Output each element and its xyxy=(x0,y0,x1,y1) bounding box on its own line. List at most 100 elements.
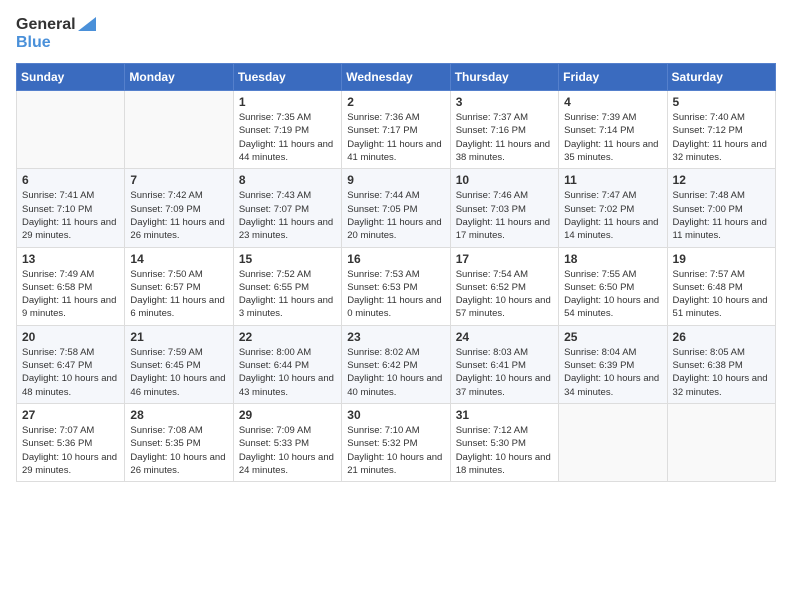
week-row-4: 20 Sunrise: 7:58 AM Sunset: 6:47 PM Dayli… xyxy=(17,325,776,403)
day-number: 14 xyxy=(130,252,227,266)
day-number: 24 xyxy=(456,330,553,344)
day-info: Sunrise: 8:02 AM Sunset: 6:42 PM Dayligh… xyxy=(347,346,444,399)
day-cell: 30 Sunrise: 7:10 AM Sunset: 5:32 PM Dayli… xyxy=(342,403,450,481)
day-info: Sunrise: 7:35 AM Sunset: 7:19 PM Dayligh… xyxy=(239,111,336,164)
day-info: Sunrise: 8:05 AM Sunset: 6:38 PM Dayligh… xyxy=(673,346,770,399)
day-info: Sunrise: 7:54 AM Sunset: 6:52 PM Dayligh… xyxy=(456,268,553,321)
day-info: Sunrise: 7:07 AM Sunset: 5:36 PM Dayligh… xyxy=(22,424,119,477)
day-number: 20 xyxy=(22,330,119,344)
day-info: Sunrise: 7:47 AM Sunset: 7:02 PM Dayligh… xyxy=(564,189,661,242)
day-number: 17 xyxy=(456,252,553,266)
day-cell: 10 Sunrise: 7:46 AM Sunset: 7:03 PM Dayli… xyxy=(450,169,558,247)
day-number: 11 xyxy=(564,173,661,187)
day-info: Sunrise: 8:03 AM Sunset: 6:41 PM Dayligh… xyxy=(456,346,553,399)
day-cell: 19 Sunrise: 7:57 AM Sunset: 6:48 PM Dayli… xyxy=(667,247,775,325)
weekday-header-sunday: Sunday xyxy=(17,64,125,91)
day-cell: 14 Sunrise: 7:50 AM Sunset: 6:57 PM Dayli… xyxy=(125,247,233,325)
day-cell: 27 Sunrise: 7:07 AM Sunset: 5:36 PM Dayli… xyxy=(17,403,125,481)
day-cell: 4Sunrise: 7:39 AM Sunset: 7:14 PM Daylig… xyxy=(559,91,667,169)
day-info: Sunrise: 7:49 AM Sunset: 6:58 PM Dayligh… xyxy=(22,268,119,321)
logo-text: General Blue xyxy=(16,16,96,51)
weekday-header-thursday: Thursday xyxy=(450,64,558,91)
day-cell: 31 Sunrise: 7:12 AM Sunset: 5:30 PM Dayli… xyxy=(450,403,558,481)
day-cell: 21Sunrise: 7:59 AM Sunset: 6:45 PM Dayli… xyxy=(125,325,233,403)
day-number: 26 xyxy=(673,330,770,344)
day-number: 27 xyxy=(22,408,119,422)
day-number: 25 xyxy=(564,330,661,344)
calendar-table: SundayMondayTuesdayWednesdayThursdayFrid… xyxy=(16,63,776,482)
weekday-header-wednesday: Wednesday xyxy=(342,64,450,91)
day-number: 1 xyxy=(239,95,336,109)
day-cell xyxy=(559,403,667,481)
day-number: 2 xyxy=(347,95,444,109)
day-cell: 7 Sunrise: 7:42 AM Sunset: 7:09 PM Daylig… xyxy=(125,169,233,247)
day-cell: 28Sunrise: 7:08 AM Sunset: 5:35 PM Dayli… xyxy=(125,403,233,481)
day-number: 23 xyxy=(347,330,444,344)
day-number: 5 xyxy=(673,95,770,109)
day-info: Sunrise: 7:42 AM Sunset: 7:09 PM Dayligh… xyxy=(130,189,227,242)
day-info: Sunrise: 7:36 AM Sunset: 7:17 PM Dayligh… xyxy=(347,111,444,164)
day-info: Sunrise: 7:43 AM Sunset: 7:07 PM Dayligh… xyxy=(239,189,336,242)
day-number: 28 xyxy=(130,408,227,422)
day-number: 31 xyxy=(456,408,553,422)
day-cell: 18Sunrise: 7:55 AM Sunset: 6:50 PM Dayli… xyxy=(559,247,667,325)
week-row-5: 27 Sunrise: 7:07 AM Sunset: 5:36 PM Dayli… xyxy=(17,403,776,481)
day-number: 30 xyxy=(347,408,444,422)
logo-blue: Blue xyxy=(16,34,96,52)
day-cell: 5 Sunrise: 7:40 AM Sunset: 7:12 PM Daylig… xyxy=(667,91,775,169)
day-cell: 1 Sunrise: 7:35 AM Sunset: 7:19 PM Daylig… xyxy=(233,91,341,169)
day-info: Sunrise: 7:09 AM Sunset: 5:33 PM Dayligh… xyxy=(239,424,336,477)
day-info: Sunrise: 7:12 AM Sunset: 5:30 PM Dayligh… xyxy=(456,424,553,477)
day-info: Sunrise: 8:04 AM Sunset: 6:39 PM Dayligh… xyxy=(564,346,661,399)
weekday-header-monday: Monday xyxy=(125,64,233,91)
day-number: 18 xyxy=(564,252,661,266)
day-cell: 11 Sunrise: 7:47 AM Sunset: 7:02 PM Dayli… xyxy=(559,169,667,247)
day-info: Sunrise: 7:37 AM Sunset: 7:16 PM Dayligh… xyxy=(456,111,553,164)
day-info: Sunrise: 7:50 AM Sunset: 6:57 PM Dayligh… xyxy=(130,268,227,321)
day-number: 12 xyxy=(673,173,770,187)
day-cell: 15Sunrise: 7:52 AM Sunset: 6:55 PM Dayli… xyxy=(233,247,341,325)
day-cell: 13 Sunrise: 7:49 AM Sunset: 6:58 PM Dayli… xyxy=(17,247,125,325)
day-info: Sunrise: 7:46 AM Sunset: 7:03 PM Dayligh… xyxy=(456,189,553,242)
weekday-header-saturday: Saturday xyxy=(667,64,775,91)
day-cell: 6Sunrise: 7:41 AM Sunset: 7:10 PM Daylig… xyxy=(17,169,125,247)
day-cell: 16 Sunrise: 7:53 AM Sunset: 6:53 PM Dayli… xyxy=(342,247,450,325)
day-cell: 26 Sunrise: 8:05 AM Sunset: 6:38 PM Dayli… xyxy=(667,325,775,403)
day-cell: 22Sunrise: 8:00 AM Sunset: 6:44 PM Dayli… xyxy=(233,325,341,403)
logo-general: General xyxy=(16,16,76,34)
day-number: 10 xyxy=(456,173,553,187)
day-info: Sunrise: 7:57 AM Sunset: 6:48 PM Dayligh… xyxy=(673,268,770,321)
day-number: 13 xyxy=(22,252,119,266)
day-cell: 17 Sunrise: 7:54 AM Sunset: 6:52 PM Dayli… xyxy=(450,247,558,325)
day-cell: 2 Sunrise: 7:36 AM Sunset: 7:17 PM Daylig… xyxy=(342,91,450,169)
day-cell: 29 Sunrise: 7:09 AM Sunset: 5:33 PM Dayli… xyxy=(233,403,341,481)
day-number: 19 xyxy=(673,252,770,266)
day-cell xyxy=(125,91,233,169)
weekday-header-tuesday: Tuesday xyxy=(233,64,341,91)
day-number: 22 xyxy=(239,330,336,344)
weekday-header-friday: Friday xyxy=(559,64,667,91)
weekday-header-row: SundayMondayTuesdayWednesdayThursdayFrid… xyxy=(17,64,776,91)
day-number: 15 xyxy=(239,252,336,266)
day-info: Sunrise: 7:39 AM Sunset: 7:14 PM Dayligh… xyxy=(564,111,661,164)
day-cell: 12 Sunrise: 7:48 AM Sunset: 7:00 PM Dayli… xyxy=(667,169,775,247)
day-number: 7 xyxy=(130,173,227,187)
day-info: Sunrise: 7:48 AM Sunset: 7:00 PM Dayligh… xyxy=(673,189,770,242)
day-info: Sunrise: 7:10 AM Sunset: 5:32 PM Dayligh… xyxy=(347,424,444,477)
day-info: Sunrise: 7:44 AM Sunset: 7:05 PM Dayligh… xyxy=(347,189,444,242)
day-info: Sunrise: 7:58 AM Sunset: 6:47 PM Dayligh… xyxy=(22,346,119,399)
day-info: Sunrise: 7:41 AM Sunset: 7:10 PM Dayligh… xyxy=(22,189,119,242)
day-number: 8 xyxy=(239,173,336,187)
day-cell xyxy=(17,91,125,169)
day-cell: 25 Sunrise: 8:04 AM Sunset: 6:39 PM Dayli… xyxy=(559,325,667,403)
week-row-1: 1 Sunrise: 7:35 AM Sunset: 7:19 PM Daylig… xyxy=(17,91,776,169)
logo-triangle-icon xyxy=(78,17,96,33)
day-info: Sunrise: 7:40 AM Sunset: 7:12 PM Dayligh… xyxy=(673,111,770,164)
day-number: 16 xyxy=(347,252,444,266)
day-info: Sunrise: 7:53 AM Sunset: 6:53 PM Dayligh… xyxy=(347,268,444,321)
page-header: General Blue xyxy=(16,16,776,51)
day-cell: 24 Sunrise: 8:03 AM Sunset: 6:41 PM Dayli… xyxy=(450,325,558,403)
day-number: 29 xyxy=(239,408,336,422)
day-cell: 8 Sunrise: 7:43 AM Sunset: 7:07 PM Daylig… xyxy=(233,169,341,247)
day-cell: 3Sunrise: 7:37 AM Sunset: 7:16 PM Daylig… xyxy=(450,91,558,169)
